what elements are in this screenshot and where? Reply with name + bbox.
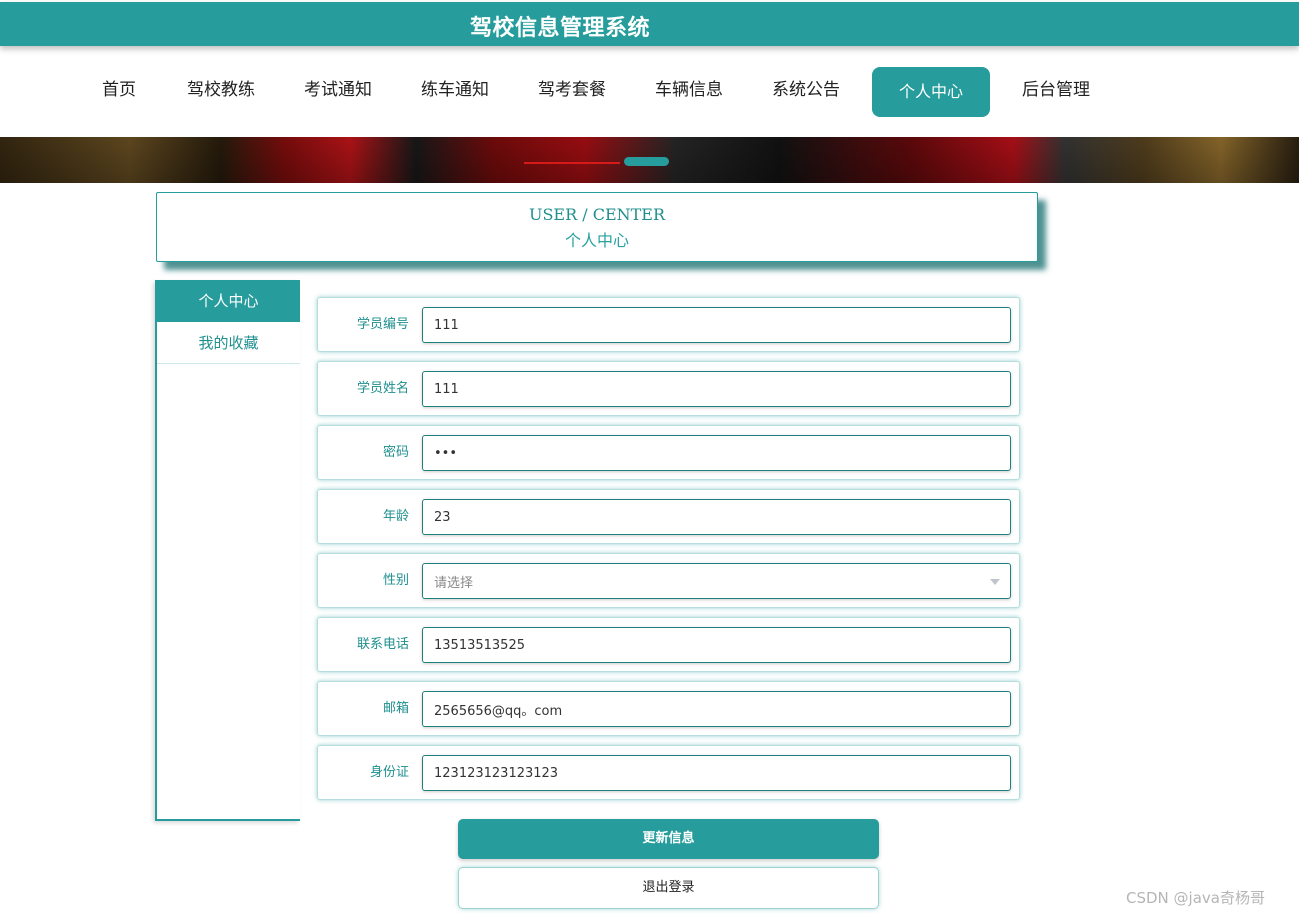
form-row-student-id: 学员编号 bbox=[317, 297, 1020, 352]
nav-item-announcements[interactable]: 系统公告 bbox=[769, 64, 843, 116]
student-name-input[interactable] bbox=[422, 371, 1011, 407]
banner-carousel bbox=[0, 137, 1299, 183]
section-title-cn: 个人中心 bbox=[564, 231, 629, 250]
field-label: 性别 bbox=[382, 573, 409, 588]
form-row-id-card: 身份证 bbox=[317, 745, 1020, 800]
nav-item-coaches[interactable]: 驾校教练 bbox=[184, 64, 258, 116]
email-input[interactable] bbox=[422, 691, 1011, 727]
logout-button[interactable]: 退出登录 bbox=[458, 867, 879, 909]
nav-item-vehicles[interactable]: 车辆信息 bbox=[652, 64, 726, 116]
phone-input[interactable] bbox=[422, 627, 1011, 663]
age-input[interactable] bbox=[422, 499, 1011, 535]
field-label: 学员编号 bbox=[356, 317, 409, 332]
form-row-email: 邮箱 bbox=[317, 681, 1020, 736]
caret-down-icon bbox=[990, 579, 1000, 585]
form-row-age: 年龄 bbox=[317, 489, 1020, 544]
field-label: 密码 bbox=[382, 445, 409, 460]
id-card-input[interactable] bbox=[422, 755, 1011, 791]
main-nav: 首页 驾校教练 考试通知 练车通知 驾考套餐 车辆信息 系统公告 个人中心 后台… bbox=[0, 64, 1299, 118]
field-label: 学员姓名 bbox=[356, 381, 409, 396]
nav-item-admin[interactable]: 后台管理 bbox=[1019, 64, 1093, 116]
field-label: 联系电话 bbox=[356, 637, 409, 652]
sidebar: 个人中心 我的收藏 bbox=[155, 280, 300, 821]
form-row-gender: 性别 请选择 bbox=[317, 553, 1020, 608]
nav-item-practice-notice[interactable]: 练车通知 bbox=[418, 64, 492, 116]
title-bar: 驾校信息管理系统 bbox=[0, 2, 1299, 46]
field-label: 年龄 bbox=[382, 509, 409, 524]
password-input[interactable] bbox=[422, 435, 1011, 471]
field-label: 邮箱 bbox=[382, 701, 409, 716]
nav-item-home[interactable]: 首页 bbox=[100, 64, 138, 116]
gender-select[interactable]: 请选择 bbox=[422, 563, 1011, 599]
update-info-button[interactable]: 更新信息 bbox=[458, 819, 879, 859]
app-title: 驾校信息管理系统 bbox=[470, 16, 651, 41]
section-title-en: USER / CENTER bbox=[528, 205, 666, 224]
form-row-student-name: 学员姓名 bbox=[317, 361, 1020, 416]
page: 驾校信息管理系统 首页 驾校教练 考试通知 练车通知 驾考套餐 车辆信息 系统公… bbox=[0, 0, 1299, 917]
nav-item-packages[interactable]: 驾考套餐 bbox=[535, 64, 609, 116]
sidebar-item-user-center[interactable]: 个人中心 bbox=[157, 280, 300, 322]
student-id-input[interactable] bbox=[422, 307, 1011, 343]
sidebar-item-favorites[interactable]: 我的收藏 bbox=[157, 322, 300, 364]
carousel-indicator[interactable] bbox=[524, 162, 620, 164]
carousel-indicator-active[interactable] bbox=[624, 157, 669, 166]
field-label: 身份证 bbox=[369, 765, 409, 780]
gender-select-placeholder: 请选择 bbox=[434, 575, 474, 591]
nav-item-exam-notice[interactable]: 考试通知 bbox=[301, 64, 375, 116]
form-row-password: 密码 bbox=[317, 425, 1020, 480]
watermark: CSDN @java奇杨哥 bbox=[1126, 889, 1265, 907]
form-row-phone: 联系电话 bbox=[317, 617, 1020, 672]
section-heading: USER / CENTER 个人中心 bbox=[156, 192, 1038, 262]
nav-item-user-center[interactable]: 个人中心 bbox=[872, 67, 990, 117]
